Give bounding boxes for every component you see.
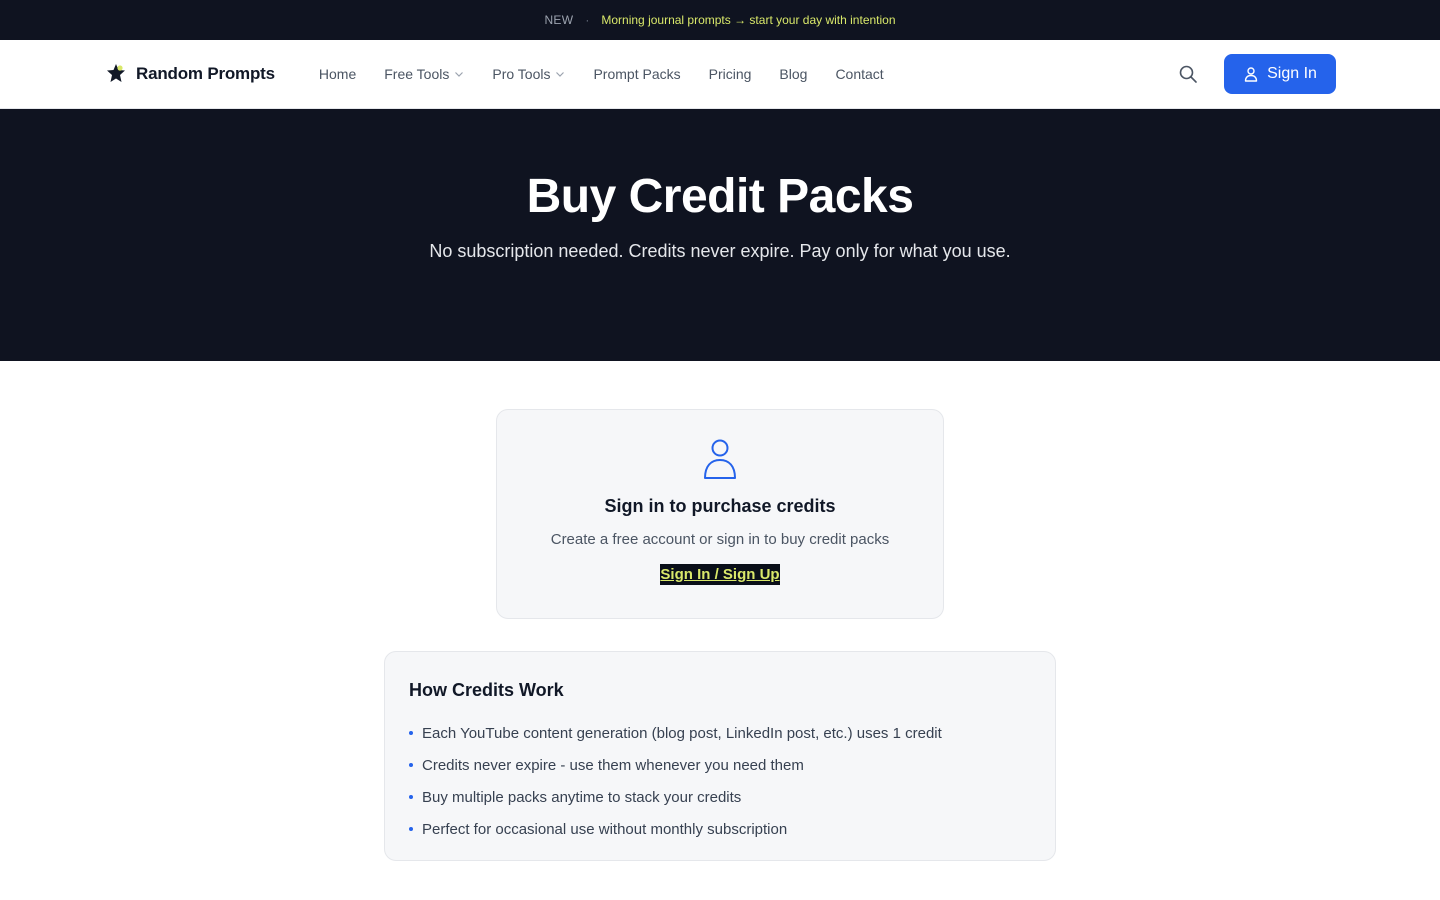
sign-in-card: Sign in to purchase credits Create a fre… [496, 409, 944, 619]
puzzle-logo-icon [107, 64, 125, 82]
nav-free-tools-label: Free Tools [384, 66, 450, 82]
list-item-text: Each YouTube content generation (blog po… [422, 724, 942, 742]
nav-contact-label: Contact [835, 66, 884, 82]
chevron-down-icon [455, 72, 464, 77]
nav-home-label: Home [318, 66, 357, 82]
brand-name: Random Prompts [136, 64, 275, 83]
user-icon [1244, 67, 1258, 82]
chevron-down-icon [556, 72, 565, 77]
list-item: Perfect for occasional use without month… [409, 813, 1031, 845]
search-button[interactable] [1170, 56, 1206, 92]
list-item: Credits never expire - use them whenever… [409, 749, 1031, 781]
list-item-text: Perfect for occasional use without month… [422, 820, 788, 838]
search-icon [1179, 65, 1197, 83]
announcement-bar: NEW · Morning journal prompts → start yo… [0, 0, 1440, 40]
nav-pricing-label: Pricing [708, 66, 752, 82]
separator-dot: · [585, 13, 590, 27]
nav-prompt-packs[interactable]: Prompt Packs [593, 66, 680, 82]
sign-in-card-description: Create a free account or sign in to buy … [550, 531, 890, 548]
bullet-dot [409, 763, 413, 767]
sign-in-card-title: Sign in to purchase credits [604, 496, 836, 516]
nav-pricing[interactable]: Pricing [709, 66, 752, 82]
announcement-link[interactable]: Morning journal prompts → start your day… [601, 13, 895, 27]
user-icon [704, 439, 736, 479]
nav-free-tools[interactable]: Free Tools [384, 66, 464, 82]
nav-pro-tools-label: Pro Tools [492, 66, 551, 82]
credits-info-list: Each YouTube content generation (blog po… [409, 717, 1031, 845]
list-item: Each YouTube content generation (blog po… [409, 717, 1031, 749]
hero-section: Buy Credit Packs No subscription needed.… [0, 109, 1440, 361]
bullet-dot [409, 731, 413, 735]
list-item-text: Credits never expire - use them whenever… [422, 756, 804, 774]
how-credits-work-title: How Credits Work [409, 680, 564, 700]
site-header: Random Prompts Home Free Tools Pro Tools… [0, 40, 1440, 109]
nav-home[interactable]: Home [319, 66, 356, 82]
sign-in-button[interactable]: Sign In [1224, 54, 1336, 94]
list-item: Buy multiple packs anytime to stack your… [409, 781, 1031, 813]
nav-pro-tools[interactable]: Pro Tools [492, 66, 565, 82]
nav-contact[interactable]: Contact [835, 66, 883, 82]
how-credits-work-panel: How Credits Work Each YouTube content ge… [384, 651, 1056, 861]
page-subtitle: No subscription needed. Credits never ex… [429, 241, 1011, 261]
page-title: Buy Credit Packs [526, 170, 914, 223]
brand-link[interactable]: Random Prompts [104, 62, 275, 86]
header-actions: Sign In [1170, 54, 1336, 94]
nav-blog[interactable]: Blog [779, 66, 807, 82]
new-badge: NEW [544, 13, 574, 27]
bullet-dot [409, 827, 413, 831]
list-item-text: Buy multiple packs anytime to stack your… [422, 788, 742, 806]
sign-in-sign-up-link[interactable]: Sign In / Sign Up [660, 564, 780, 585]
main-nav: Home Free Tools Pro Tools Prompt Packs P… [319, 66, 912, 82]
bullet-dot [409, 795, 413, 799]
nav-prompt-packs-label: Prompt Packs [593, 66, 681, 82]
nav-blog-label: Blog [779, 66, 808, 82]
sign-in-label: Sign In [1267, 65, 1317, 82]
